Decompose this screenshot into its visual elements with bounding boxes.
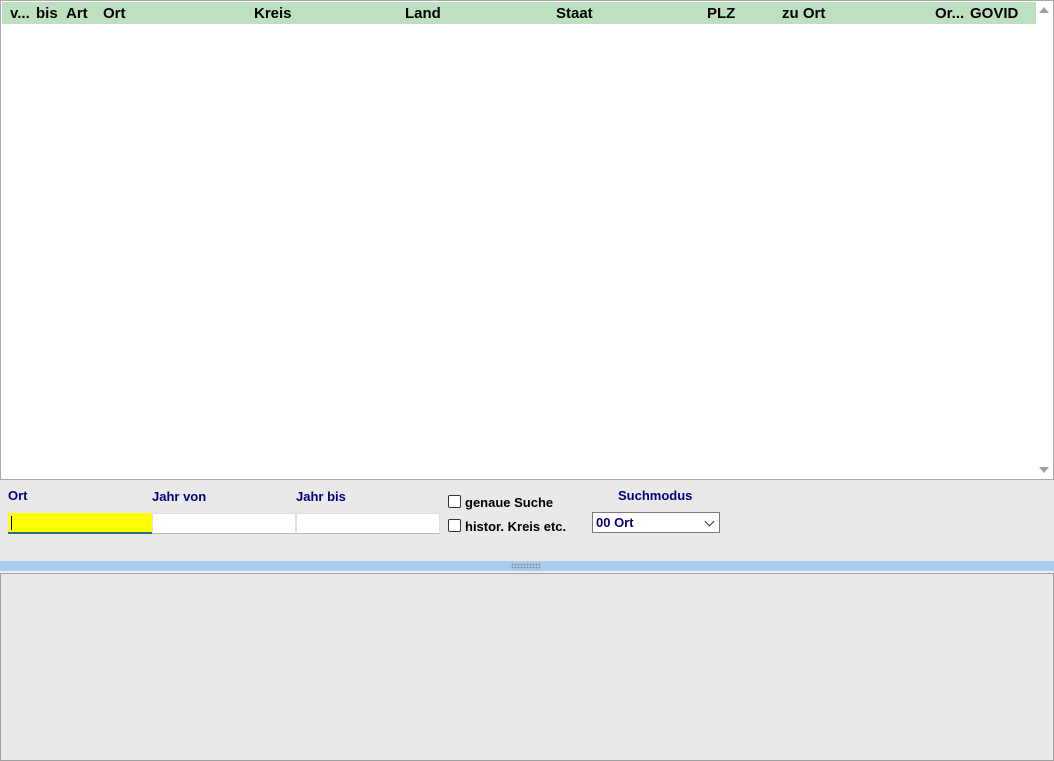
suchmodus-label: Suchmodus <box>618 488 693 503</box>
vertical-scrollbar[interactable] <box>1036 1 1053 479</box>
search-panel: Ort Jahr von Jahr bis genaue Suche histo… <box>0 480 1054 561</box>
scroll-up-arrow-icon[interactable] <box>1039 7 1049 13</box>
histor-kreis-checkbox[interactable] <box>448 519 461 532</box>
grid-header: v... bis Art Ort Kreis Land Staat PLZ zu… <box>2 2 1036 24</box>
column-header-art[interactable]: Art <box>66 5 88 22</box>
results-grid[interactable]: v... bis Art Ort Kreis Land Staat PLZ zu… <box>0 0 1054 480</box>
scroll-down-arrow-icon[interactable] <box>1039 467 1049 473</box>
column-header-von[interactable]: v... <box>10 5 30 22</box>
text-caret <box>11 516 12 530</box>
column-header-or[interactable]: Or... <box>935 5 964 22</box>
jahr-von-input[interactable] <box>152 513 296 534</box>
panel-splitter[interactable] <box>0 561 1054 571</box>
column-header-bis[interactable]: bis <box>36 5 58 22</box>
detail-panel <box>0 573 1054 761</box>
chevron-down-icon <box>704 516 715 527</box>
splitter-grip-icon[interactable] <box>511 563 541 569</box>
suchmodus-value: 00 Ort <box>596 515 634 530</box>
column-header-ort[interactable]: Ort <box>103 5 126 22</box>
jahr-von-label: Jahr von <box>152 489 207 504</box>
column-header-staat[interactable]: Staat <box>556 5 593 22</box>
column-header-land[interactable]: Land <box>405 5 441 22</box>
histor-kreis-label[interactable]: histor. Kreis etc. <box>465 519 566 534</box>
column-header-govid[interactable]: GOVID <box>970 5 1018 22</box>
genaue-suche-checkbox[interactable] <box>448 495 461 508</box>
ort-input[interactable] <box>8 513 152 534</box>
genaue-suche-label[interactable]: genaue Suche <box>465 495 553 510</box>
column-header-kreis[interactable]: Kreis <box>254 5 292 22</box>
app-window: v... bis Art Ort Kreis Land Staat PLZ zu… <box>0 0 1054 761</box>
jahr-bis-input[interactable] <box>296 513 440 534</box>
ort-label: Ort <box>8 488 28 503</box>
column-header-zu-ort[interactable]: zu Ort <box>782 5 825 22</box>
suchmodus-select[interactable]: 00 Ort <box>592 512 720 533</box>
jahr-bis-label: Jahr bis <box>296 489 346 504</box>
column-header-plz[interactable]: PLZ <box>707 5 735 22</box>
